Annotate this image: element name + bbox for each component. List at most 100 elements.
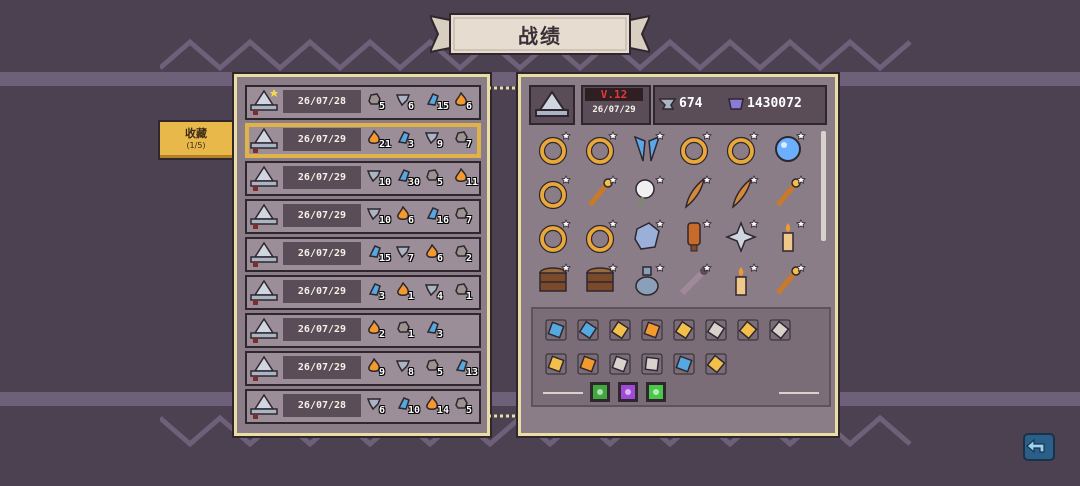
ring-item-icon[interactable] [582, 131, 618, 167]
wings-item-icon[interactable] [629, 131, 665, 167]
candle-item-icon[interactable] [770, 219, 806, 255]
potion-item-icon[interactable] [676, 219, 712, 255]
flute-item-icon[interactable] [676, 263, 712, 299]
run-row[interactable]: 26/07/29 9 8 5 13 [245, 351, 481, 386]
resource-count: 10 [408, 405, 421, 416]
resource-count: 16 [437, 215, 450, 226]
staff-item-icon[interactable] [770, 263, 806, 299]
box-skill-icon[interactable] [769, 319, 791, 341]
ore-resource: 7 [454, 203, 480, 230]
panel-connector [488, 86, 518, 418]
ore-resource: 7 [454, 127, 480, 154]
detail-hat-box [529, 85, 575, 125]
resource-count: 15 [379, 253, 392, 264]
barrel-item-icon[interactable] [582, 263, 618, 299]
favorite-button[interactable]: 收藏 (1/5) [158, 120, 234, 160]
wizard-hat-icon [250, 127, 278, 153]
crystal-resource: 30 [396, 165, 422, 192]
target-skill-icon[interactable] [705, 319, 727, 341]
sword-skill-icon[interactable] [673, 353, 695, 375]
resource-count: 2 [466, 253, 473, 264]
crystal-resource: 13 [454, 355, 480, 382]
run-row[interactable]: 26/07/29 3 1 4 1 [245, 275, 481, 310]
run-date: 26/07/29 [283, 204, 361, 227]
fire-resource: 1 [396, 279, 422, 306]
gem-stat-icon [728, 98, 744, 110]
ring-item-icon[interactable] [535, 131, 571, 167]
barrel-item-icon[interactable] [535, 263, 571, 299]
swirl-skill-icon[interactable] [609, 353, 631, 375]
ore-resource: 5 [367, 89, 393, 116]
resource-count: 6 [379, 405, 386, 416]
run-date: 26/07/29 [283, 318, 361, 341]
flame-skill-icon[interactable] [577, 353, 599, 375]
ore-resource: 2 [454, 241, 480, 268]
scroll-skill-icon[interactable] [577, 319, 599, 341]
stone-item-icon[interactable] [629, 219, 665, 255]
run-resources: 6 10 14 5 [367, 393, 480, 420]
axe-skill-icon[interactable] [705, 353, 727, 375]
orb-item-icon[interactable] [770, 131, 806, 167]
item-grid-scrollbar[interactable] [821, 131, 826, 241]
run-row[interactable]: 26/07/29 10 30 5 11 [245, 161, 481, 196]
fire-resource: 6 [454, 89, 480, 116]
run-date: 26/07/29 [283, 128, 361, 151]
resource-count: 9 [379, 367, 386, 378]
down-arrow-skill-icon[interactable] [737, 319, 759, 341]
cotton-item-icon[interactable] [629, 175, 665, 211]
version-label: V.12 [585, 88, 643, 101]
run-date: 26/07/29 [283, 242, 361, 265]
resource-count: 11 [466, 177, 479, 188]
crystal-resource: 3 [367, 279, 393, 306]
back-button[interactable] [1022, 432, 1056, 462]
wizard-hat-icon [250, 89, 278, 115]
flask-skill-icon[interactable] [545, 319, 567, 341]
run-row[interactable]: 26/07/28 5 6 15 6 [245, 85, 481, 120]
ring-item-icon[interactable] [723, 131, 759, 167]
shuriken-item-icon[interactable] [723, 219, 759, 255]
iron-resource: 7 [396, 241, 422, 268]
resource-count: 21 [379, 139, 392, 150]
detail-header: V.12 26/07/29 674 1430072 [529, 85, 827, 125]
resource-count: 1 [466, 291, 473, 302]
run-list-panel: 26/07/28 5 6 15 6 26/07/29 21 3 9 7 26/07/29 10 30 5 1… [234, 74, 490, 436]
iron-resource: 10 [367, 165, 393, 192]
run-row[interactable]: 26/07/28 6 10 14 5 [245, 389, 481, 424]
run-date: 26/07/29 [283, 280, 361, 303]
fire-resource: 9 [367, 355, 393, 382]
frame-skill-icon[interactable] [641, 319, 663, 341]
cross-skill-icon[interactable] [545, 353, 567, 375]
resource-count: 6 [437, 253, 444, 264]
run-resources: 10 30 5 11 [367, 165, 480, 192]
shield-skill-icon[interactable] [673, 319, 695, 341]
feather-item-icon[interactable] [723, 175, 759, 211]
arrows-skill-icon[interactable] [609, 319, 631, 341]
item-grid [529, 127, 827, 303]
iron-resource: 8 [396, 355, 422, 382]
resource-count: 6 [408, 101, 415, 112]
staff-item-icon[interactable] [770, 175, 806, 211]
fire-resource: 6 [425, 241, 451, 268]
run-row[interactable]: 26/07/29 21 3 9 7 [245, 123, 481, 158]
ring-item-icon[interactable] [535, 175, 571, 211]
run-row[interactable]: 26/07/29 10 6 16 7 [245, 199, 481, 234]
ring-item-icon[interactable] [535, 219, 571, 255]
run-date: 26/07/29 [283, 166, 361, 189]
run-row[interactable]: 26/07/29 2 1 3 [245, 313, 481, 348]
iron-resource: 6 [367, 393, 393, 420]
resource-count: 9 [437, 139, 444, 150]
keys-skill-icon[interactable] [641, 353, 663, 375]
wizard-hat-icon [250, 241, 278, 267]
feather-item-icon[interactable] [676, 175, 712, 211]
staff-item-icon[interactable] [582, 175, 618, 211]
bottle-item-icon[interactable] [629, 263, 665, 299]
run-row[interactable]: 26/07/29 15 7 6 2 [245, 237, 481, 272]
resource-count: 2 [379, 329, 386, 340]
gem-divider [543, 392, 819, 394]
ring-item-icon[interactable] [676, 131, 712, 167]
resource-count: 6 [408, 215, 415, 226]
ring-item-icon[interactable] [582, 219, 618, 255]
ore-resource: 5 [425, 355, 451, 382]
candle-item-icon[interactable] [723, 263, 759, 299]
resource-count: 30 [408, 177, 421, 188]
